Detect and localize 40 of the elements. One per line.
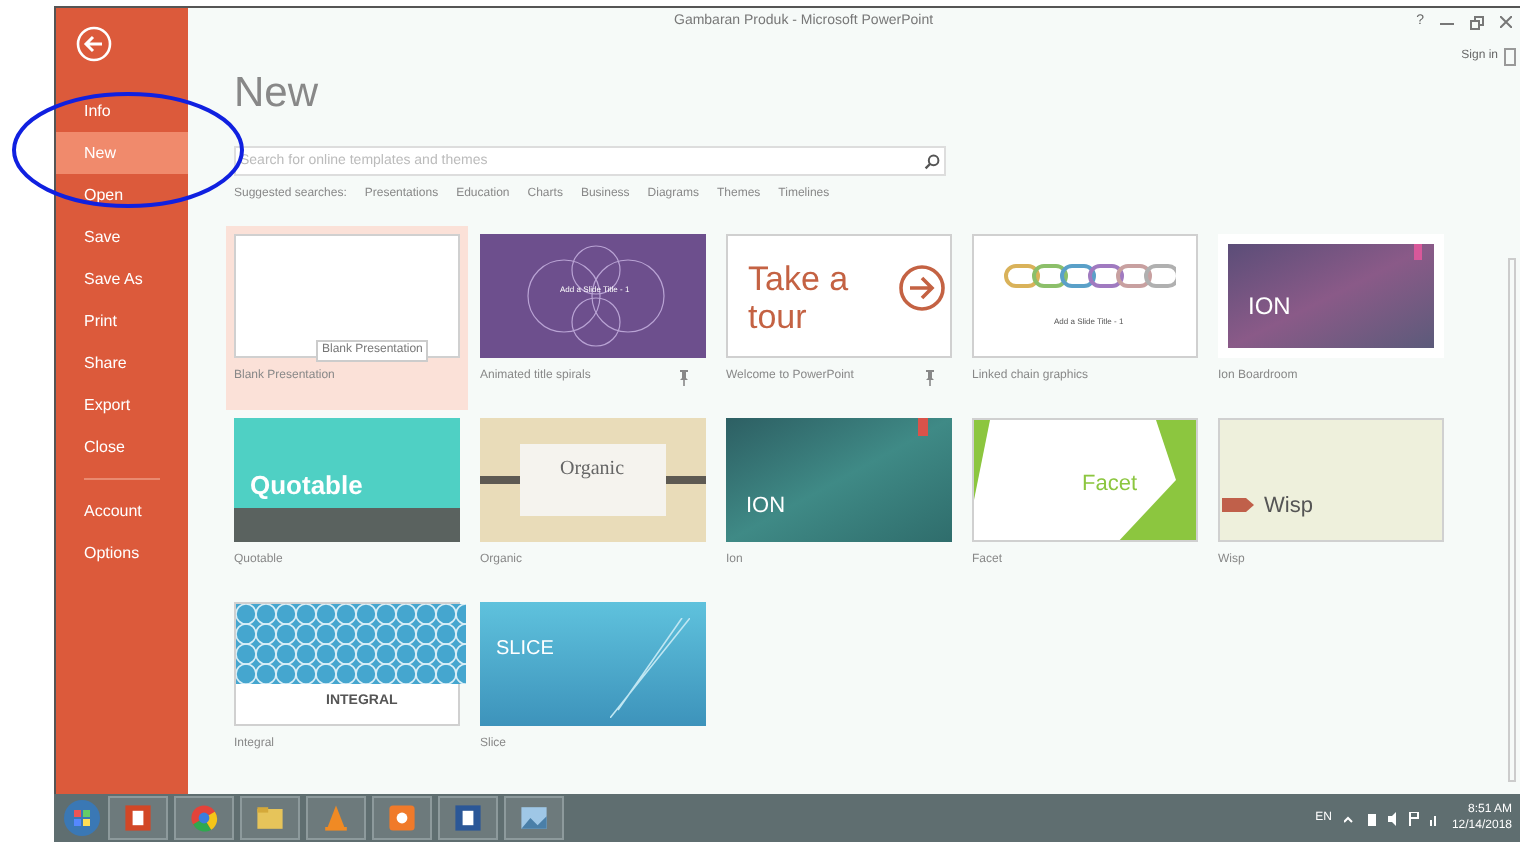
slide-title: Wisp <box>1264 492 1313 522</box>
powerpoint-icon <box>120 800 156 836</box>
arrow-circle-icon <box>898 264 946 312</box>
start-button[interactable] <box>62 798 102 838</box>
slide-title: Quotable <box>250 468 363 504</box>
scrollbar[interactable] <box>1508 258 1516 782</box>
sidebar-item[interactable]: Options <box>56 532 188 574</box>
sidebar-item[interactable]: Info <box>56 90 188 132</box>
sidebar-item[interactable]: Save As <box>56 258 188 300</box>
slide-title: Facet <box>1082 470 1138 500</box>
sidebar-item[interactable]: Save <box>56 216 188 258</box>
sidebar-item[interactable]: Close <box>56 426 188 468</box>
back-button[interactable] <box>76 26 112 62</box>
facet-drawing <box>974 420 990 500</box>
taskbar-app[interactable] <box>108 796 168 840</box>
tag-icon <box>1414 244 1422 260</box>
sidebar-item[interactable]: New <box>56 132 188 174</box>
chrome-icon <box>186 800 222 836</box>
arrow-tab-icon <box>1222 498 1254 512</box>
slide-title: ION <box>1248 290 1291 324</box>
taskbar-app[interactable] <box>372 796 432 840</box>
sidebar-item[interactable]: Open <box>56 174 188 216</box>
sidebar-item[interactable]: Account <box>56 490 188 532</box>
close-icon[interactable] <box>1500 16 1512 29</box>
slide-title: Take a tour <box>748 260 851 336</box>
streak-drawing <box>610 618 690 718</box>
slide-title: Organic <box>560 456 625 484</box>
sidebar-item[interactable]: Share <box>56 342 188 384</box>
antivirus-icon <box>384 800 420 836</box>
pin-icon[interactable] <box>678 369 690 385</box>
slide-title: SLICE <box>496 636 554 664</box>
word-icon <box>450 800 486 836</box>
taskbar-app[interactable] <box>438 796 498 840</box>
slide-title: ION <box>746 492 786 522</box>
sidebar-item[interactable]: Export <box>56 384 188 426</box>
tag-icon <box>918 418 928 436</box>
page-heading: New <box>234 70 321 118</box>
pin-icon[interactable] <box>924 369 936 385</box>
sidebar-item[interactable]: Print <box>56 300 188 342</box>
restore-icon[interactable] <box>1470 15 1484 30</box>
